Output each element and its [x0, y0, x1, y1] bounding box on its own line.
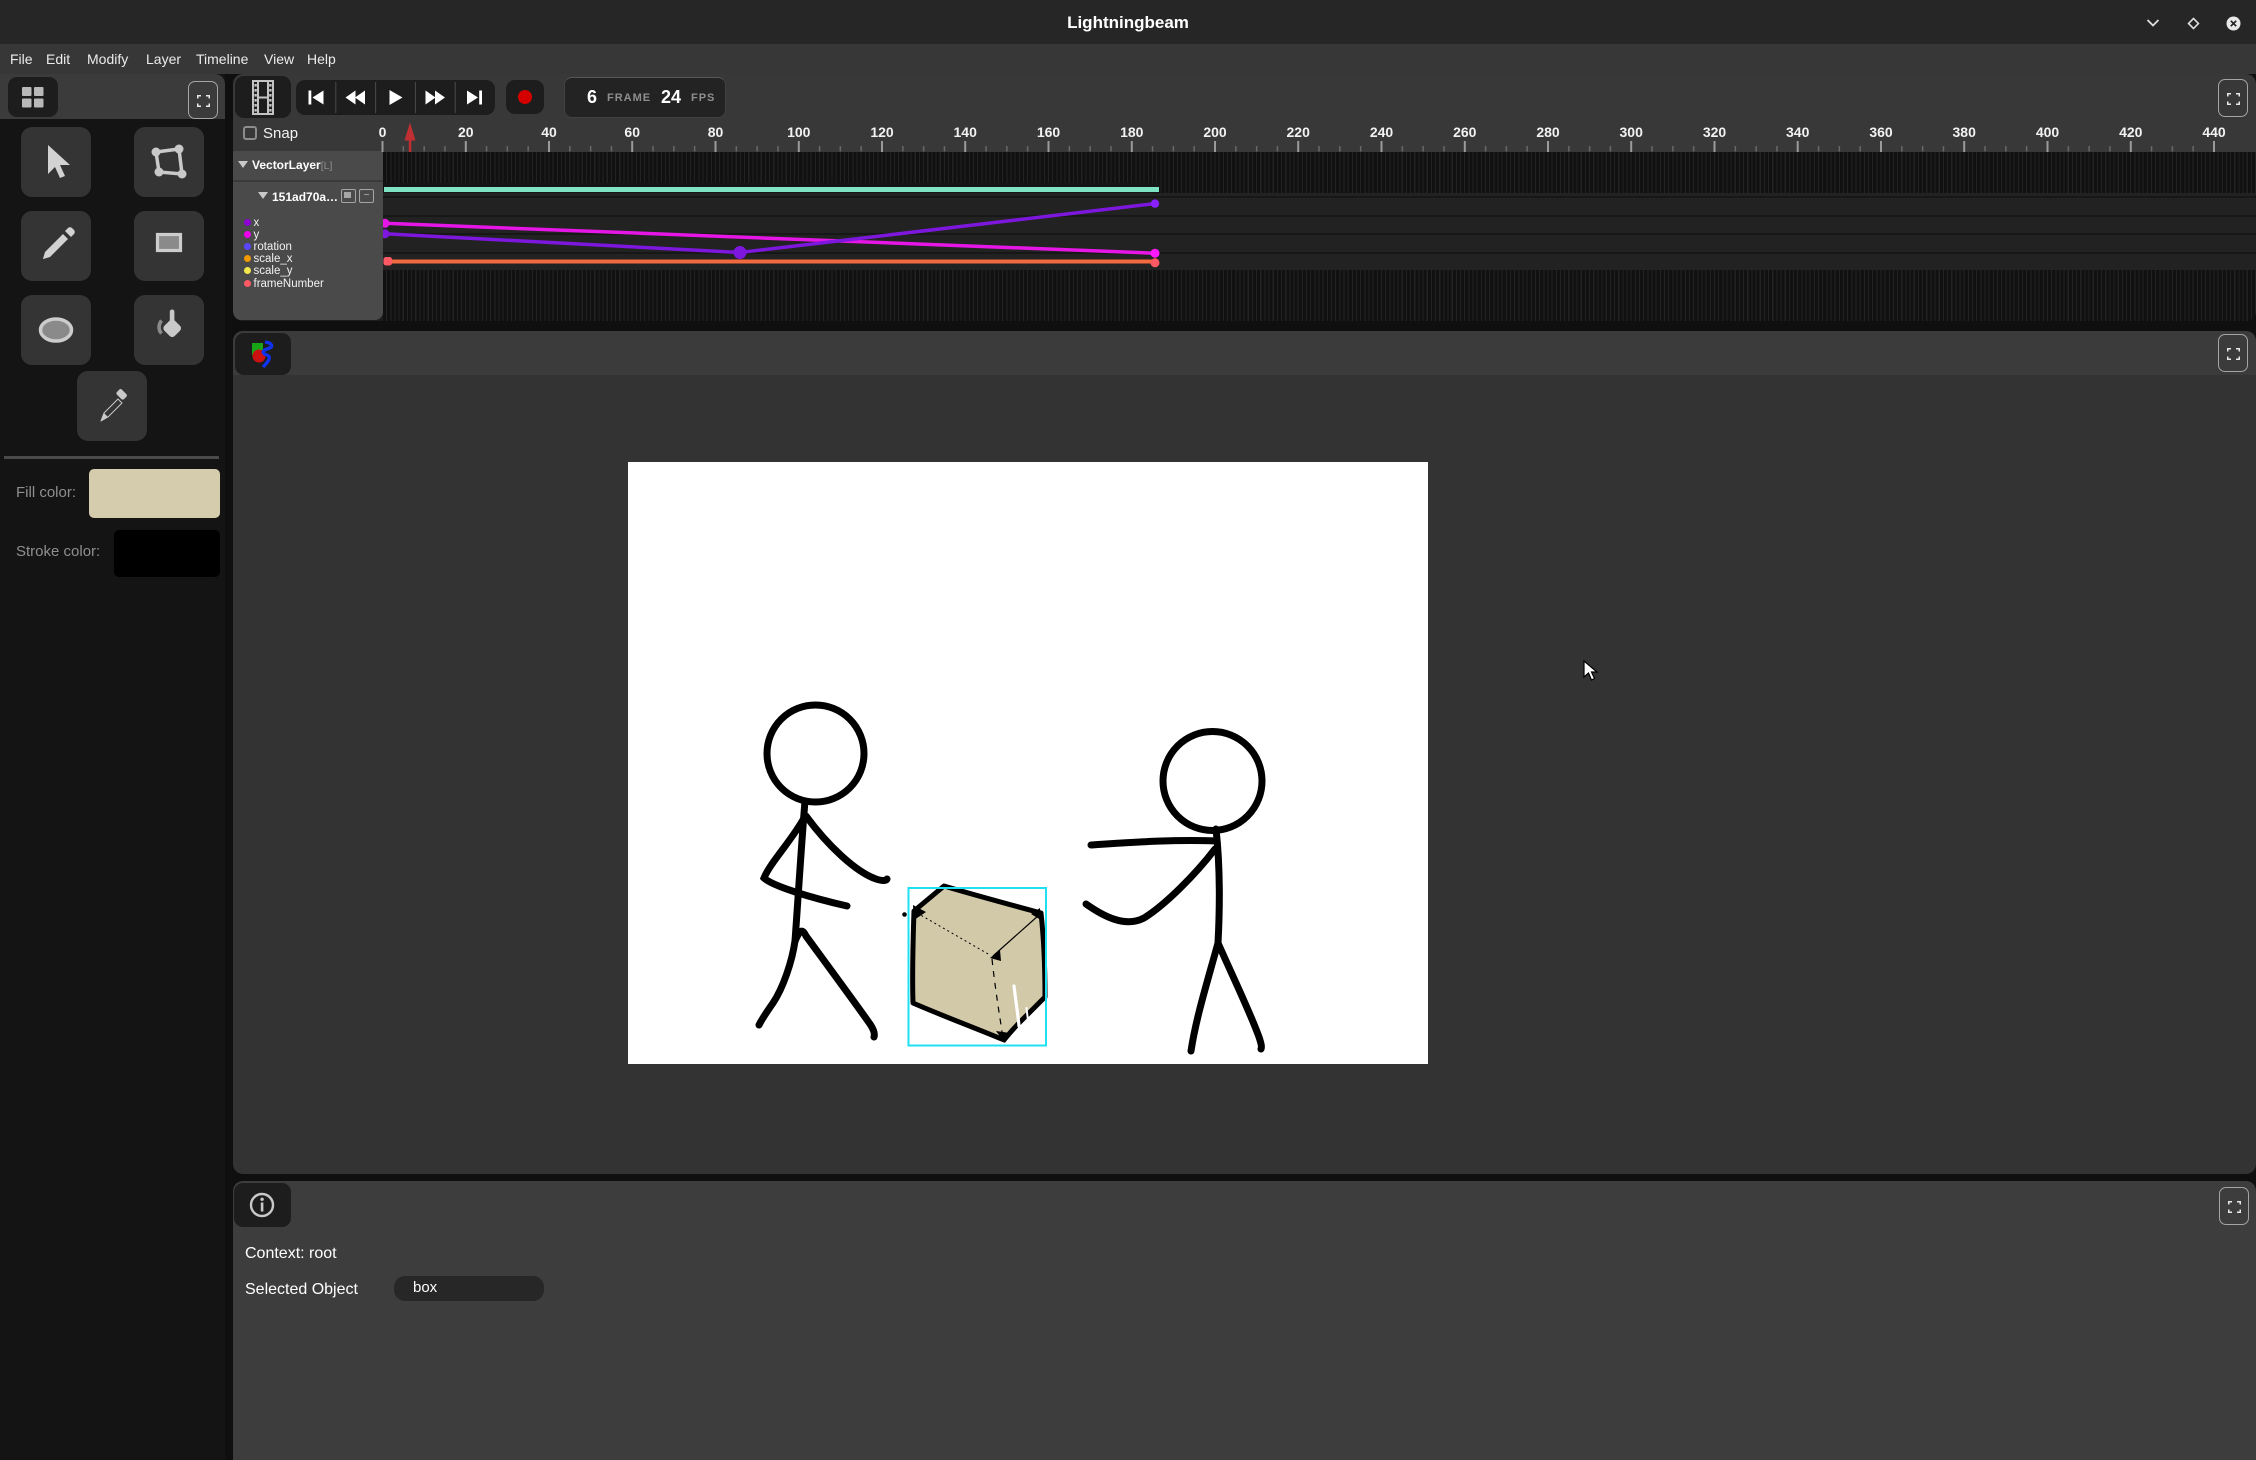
svg-text:120: 120 — [870, 124, 894, 140]
svg-text:20: 20 — [458, 124, 474, 140]
svg-text:140: 140 — [954, 124, 978, 140]
svg-text:80: 80 — [708, 124, 724, 140]
svg-text:60: 60 — [624, 124, 640, 140]
svg-text:0: 0 — [379, 124, 387, 140]
svg-text:280: 280 — [1536, 124, 1560, 140]
svg-text:220: 220 — [1287, 124, 1311, 140]
svg-text:400: 400 — [2036, 124, 2060, 140]
svg-text:260: 260 — [1453, 124, 1477, 140]
svg-text:360: 360 — [1869, 124, 1893, 140]
svg-text:380: 380 — [1953, 124, 1977, 140]
svg-text:200: 200 — [1203, 124, 1227, 140]
svg-text:320: 320 — [1703, 124, 1727, 140]
svg-text:340: 340 — [1786, 124, 1810, 140]
svg-text:300: 300 — [1620, 124, 1644, 140]
svg-text:420: 420 — [2119, 124, 2143, 140]
svg-text:160: 160 — [1037, 124, 1061, 140]
svg-text:180: 180 — [1120, 124, 1144, 140]
svg-text:240: 240 — [1370, 124, 1394, 140]
svg-text:100: 100 — [787, 124, 811, 140]
svg-text:440: 440 — [2202, 124, 2226, 140]
svg-text:40: 40 — [541, 124, 557, 140]
